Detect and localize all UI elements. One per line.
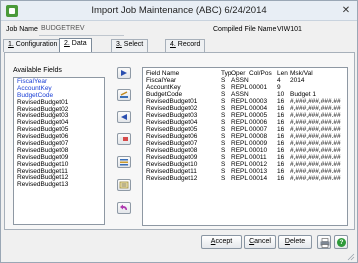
help-icon: ? xyxy=(337,238,346,247)
table-row[interactable]: RevisedBudget07 S REPL 00009 16 #,###,##… xyxy=(143,140,347,147)
available-fields-list[interactable]: FiscalYear AccountKey BudgetCode Revised… xyxy=(13,77,105,225)
job-header: Job Name BUDGETREV Compiled File Name VI… xyxy=(1,22,357,38)
table-row[interactable]: RevisedBudget03 S REPL 00005 16 #,###,##… xyxy=(143,112,347,119)
list-insert-icon xyxy=(120,159,128,166)
delete-button[interactable]: Delete xyxy=(278,235,312,249)
edit-field-button[interactable] xyxy=(117,89,131,101)
col-msk-val: Msk/Val xyxy=(290,70,313,77)
table-row[interactable]: RevisedBudget11 S REPL 00013 16 #,###,##… xyxy=(143,168,347,175)
properties-button[interactable] xyxy=(117,179,131,191)
table-row[interactable]: RevisedBudget10 S REPL 00012 16 #,###,##… xyxy=(143,161,347,168)
tab-data[interactable]: 2. Data xyxy=(59,38,92,52)
table-row[interactable]: RevisedBudget09 S REPL 00011 16 #,###,##… xyxy=(143,154,347,161)
edit-pencil-icon xyxy=(120,91,128,98)
print-button[interactable] xyxy=(317,235,331,249)
close-icon[interactable]: ✕ xyxy=(339,4,353,17)
table-row[interactable]: RevisedBudget06 S REPL 00008 16 #,###,##… xyxy=(143,133,347,140)
table-row[interactable]: RevisedBudget08 S REPL 00010 16 #,###,##… xyxy=(143,147,347,154)
table-header: Field Name Typ Oper Col/Pos Len Msk/Val xyxy=(143,70,347,77)
arrow-left-icon xyxy=(121,114,127,120)
table-row[interactable]: RevisedBudget12 S REPL 00014 16 #,###,##… xyxy=(143,175,347,182)
eraser-icon xyxy=(120,137,128,141)
selected-fields-table[interactable]: Field Name Typ Oper Col/Pos Len Msk/Val … xyxy=(142,67,348,226)
col-field-name: Field Name xyxy=(146,70,180,77)
properties-icon xyxy=(119,181,129,189)
available-fields-label: Available Fields xyxy=(13,67,62,74)
col-len: Len xyxy=(277,70,288,77)
job-name-label: Job Name xyxy=(6,26,38,33)
list-item[interactable]: RevisedBudget13 xyxy=(17,181,101,189)
import-job-maintenance-window: Import Job Maintenance (ABC) 6/24/2014 ✕… xyxy=(0,0,358,263)
remove-all-button[interactable] xyxy=(117,133,131,145)
tab-configuration[interactable]: 1. Configuration xyxy=(3,39,63,52)
table-row[interactable]: AccountKey S REPL 00001 9 xyxy=(143,84,347,91)
arrow-right-icon xyxy=(121,70,127,76)
table-row[interactable]: FiscalYear S ASSN 4 2014 xyxy=(143,77,347,84)
table-row[interactable]: BudgetCode S ASSN 10 Budget 1 xyxy=(143,91,347,98)
cancel-button[interactable]: Cancel xyxy=(244,235,276,249)
compiled-file-name-value: VIW101 xyxy=(277,26,302,33)
remove-field-button[interactable] xyxy=(117,111,131,123)
table-row[interactable]: RevisedBudget04 S REPL 00006 16 #,###,##… xyxy=(143,119,347,126)
compiled-file-name-label: Compiled File Name xyxy=(213,26,277,33)
window-title: Import Job Maintenance (ABC) 6/24/2014 xyxy=(91,5,267,16)
undo-arrow-icon xyxy=(120,204,127,210)
help-button[interactable]: ? xyxy=(334,235,348,249)
title-bar: Import Job Maintenance (ABC) 6/24/2014 ✕ xyxy=(1,1,357,21)
table-row[interactable]: RevisedBudget02 S REPL 00004 16 #,###,##… xyxy=(143,105,347,112)
tab-select[interactable]: 3. Select xyxy=(111,39,149,52)
insert-field-button[interactable] xyxy=(117,156,131,168)
job-name-field[interactable]: BUDGETREV xyxy=(39,25,124,36)
add-field-button[interactable] xyxy=(117,67,131,79)
table-row[interactable]: RevisedBudget01 S REPL 00003 16 #,###,##… xyxy=(143,98,347,105)
accept-button[interactable]: Accept xyxy=(201,235,242,249)
table-row[interactable]: RevisedBudget05 S REPL 00007 16 #,###,##… xyxy=(143,126,347,133)
tab-record[interactable]: 4. Record xyxy=(165,39,206,52)
col-oper: Oper xyxy=(231,70,246,77)
undo-button[interactable] xyxy=(117,202,131,214)
resize-grip-icon[interactable] xyxy=(347,253,355,261)
footer-bar: Accept Cancel Delete ? xyxy=(1,231,357,263)
printer-icon xyxy=(320,238,330,248)
col-colpos: Col/Pos xyxy=(249,70,272,77)
col-typ: Typ xyxy=(221,70,232,77)
